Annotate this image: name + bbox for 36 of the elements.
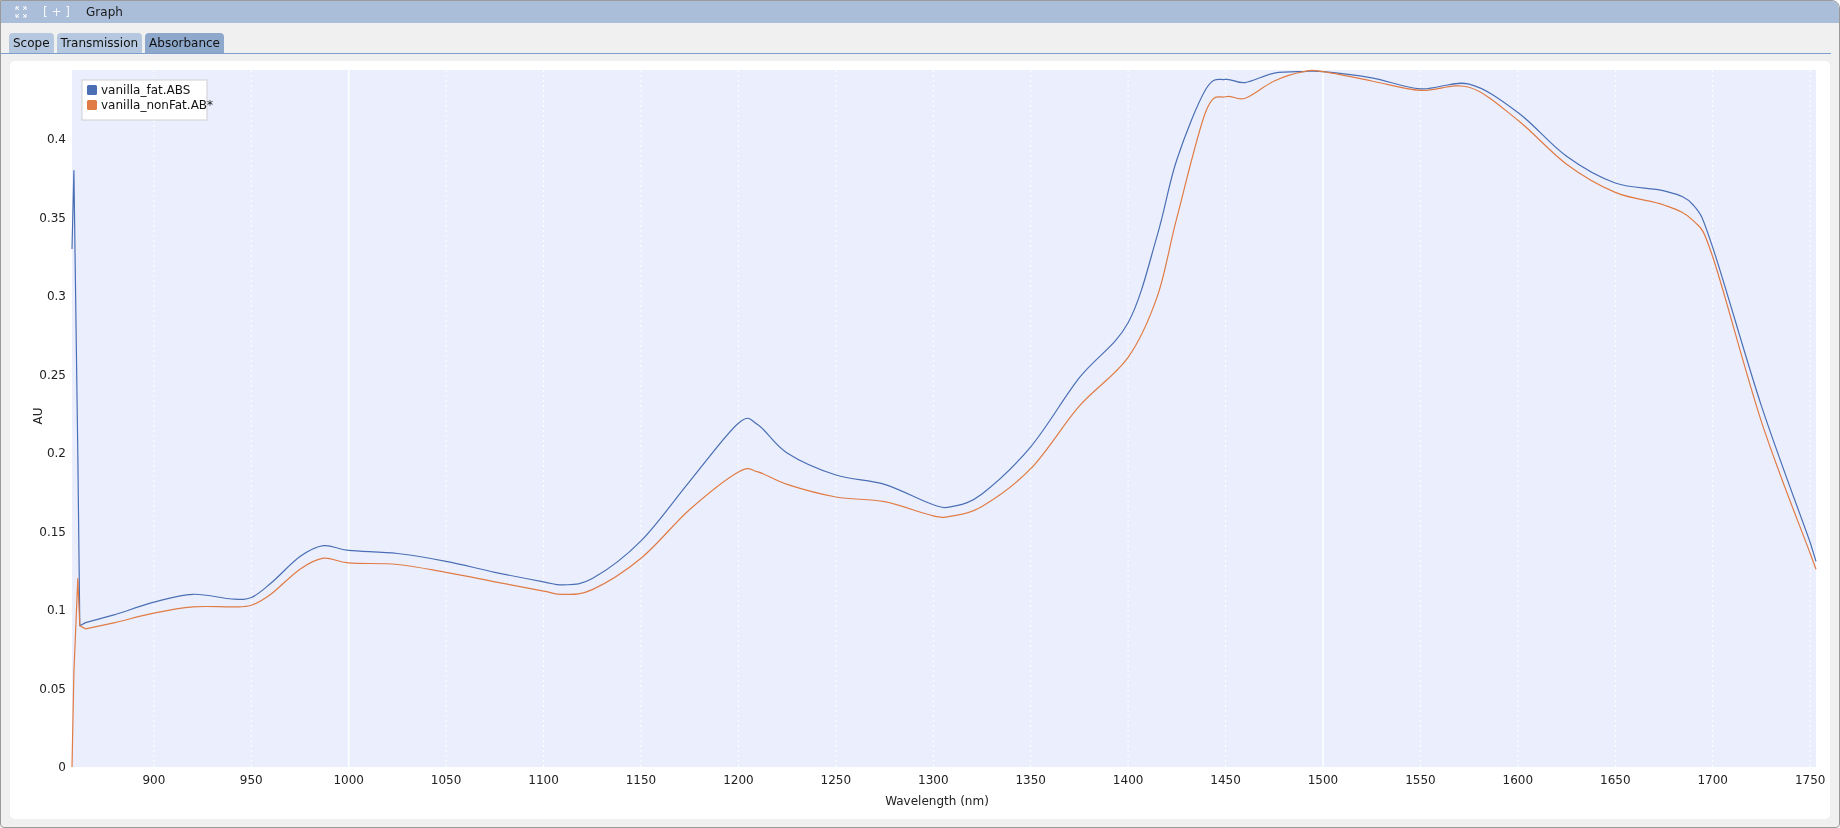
axis-tick-label: 1600 bbox=[1502, 773, 1534, 787]
axis-tick-label: 1000 bbox=[333, 773, 364, 787]
axis-tick-label: 1750 bbox=[1794, 773, 1826, 787]
expand-icon[interactable] bbox=[15, 6, 27, 18]
axis-tick-label: 0.3 bbox=[46, 289, 66, 304]
axis-tick-label: 1400 bbox=[1112, 773, 1144, 787]
axis-tick-label: 1250 bbox=[820, 773, 852, 787]
axis-tick-label: 1150 bbox=[625, 773, 657, 787]
tab[interactable]: Absorbance bbox=[145, 33, 224, 53]
axis-tick-label: 0.2 bbox=[46, 446, 66, 461]
axis-title: Wavelength (nm) bbox=[885, 794, 989, 808]
axis-tick-label: 1200 bbox=[723, 773, 754, 787]
axis-tick-label: 1100 bbox=[528, 773, 559, 787]
legend-label: vanilla_nonFat.AB* bbox=[101, 98, 214, 112]
window-title: Graph bbox=[86, 5, 123, 19]
axis-tick-label: 1550 bbox=[1405, 773, 1436, 787]
axis-tick-label: 1300 bbox=[918, 773, 949, 787]
axis-tick-label: 950 bbox=[239, 773, 263, 787]
axis-title: AU bbox=[31, 407, 45, 425]
tab[interactable]: Transmission bbox=[56, 33, 143, 53]
axis-tick-label: 1050 bbox=[430, 773, 462, 787]
axis-tick-label: 0.05 bbox=[39, 681, 66, 696]
axis-tick-label: 0.1 bbox=[46, 603, 66, 617]
axis-tick-label: 900 bbox=[142, 773, 166, 787]
axis-tick-label: 0.4 bbox=[46, 132, 66, 147]
axis-tick-label: 0 bbox=[58, 760, 66, 774]
axis-tick-label: 1450 bbox=[1210, 773, 1241, 787]
legend-label: vanilla_fat.ABS bbox=[101, 83, 191, 97]
axis-tick-label: 0.25 bbox=[39, 367, 66, 382]
tab[interactable]: Scope bbox=[9, 33, 54, 53]
axis-tick-label: 0.35 bbox=[39, 210, 66, 225]
axis-tick-label: 1700 bbox=[1697, 773, 1728, 787]
axis-tick-label: 1650 bbox=[1600, 773, 1631, 787]
axis-tick-label: 1350 bbox=[1015, 773, 1046, 787]
axis-tick-label: 0.15 bbox=[39, 524, 66, 539]
axis-tick-label: 1500 bbox=[1307, 773, 1339, 787]
